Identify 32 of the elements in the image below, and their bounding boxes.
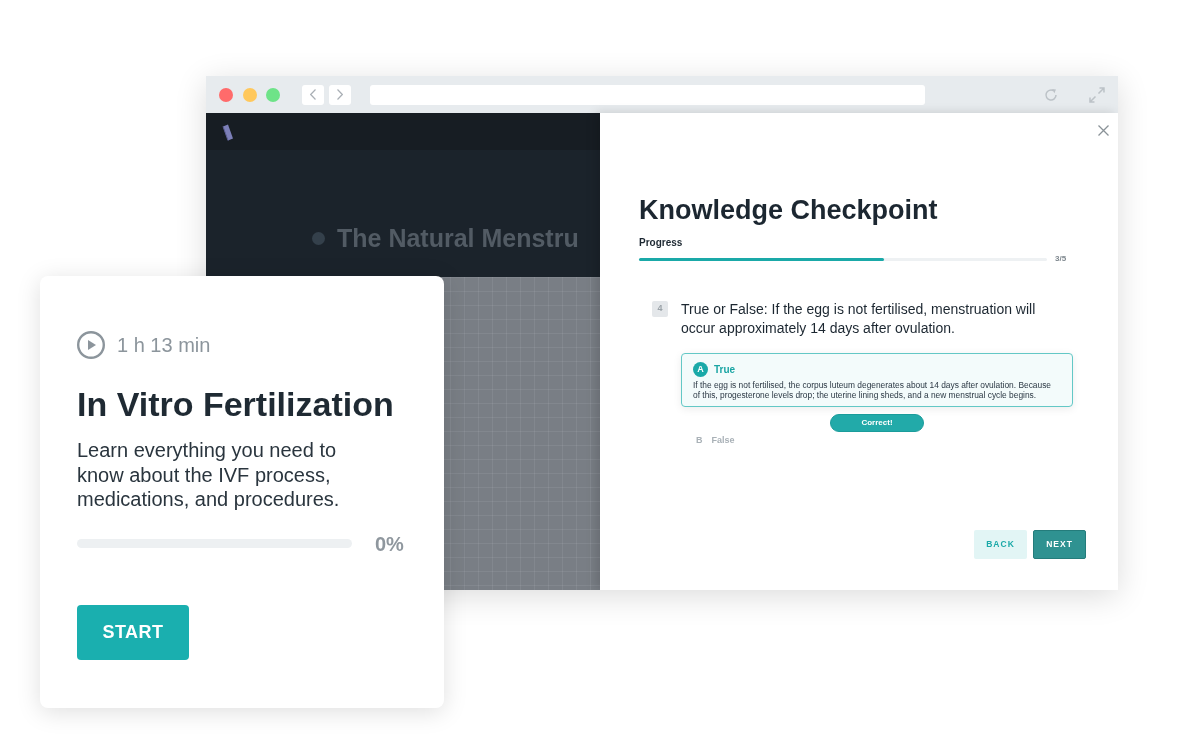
forward-nav-button[interactable] [328, 84, 351, 105]
option-explanation: If the egg is not fertilised, the corpus luteum degenerates about 14 days after ovulation. Because of this, progesterone levels drop; the uterine lining sheds, and a new menstrual cycle begins. [693, 381, 1053, 400]
back-nav-button[interactable] [301, 84, 324, 105]
address-field[interactable] [369, 84, 926, 105]
option-letter: A [693, 362, 708, 377]
course-title: In Vitro Fertilization [77, 384, 394, 424]
question-number: 4 [652, 301, 668, 317]
chevron-right-icon [336, 89, 343, 100]
checkpoint-title: Knowledge Checkpoint [639, 194, 939, 226]
close-icon[interactable] [1098, 125, 1109, 136]
answer-option[interactable]: A True If the egg is not fertilised, the corpus luteum degenerates about 14 days after ovulation. Because of this, progesterone levels drop; the uterine lining sheds, and a new menstrual cycle begins. [681, 353, 1073, 407]
course-progress-percent: 0% [375, 531, 404, 556]
option-label: True [714, 363, 736, 376]
play-circle-icon [77, 331, 105, 359]
question-text: True or False: If the egg is not fertilised, menstruation will occur approximately 14 days after ovulation. [681, 300, 1037, 338]
answer-option[interactable]: B False [681, 434, 735, 446]
expand-icon[interactable] [1089, 86, 1105, 103]
window-zoom-icon[interactable] [265, 87, 280, 102]
lesson-heading: The Natural Menstru [337, 223, 579, 253]
logo-icon [222, 124, 234, 141]
window-minimize-icon[interactable] [243, 87, 257, 102]
course-description: Learn everything you need to know about the IVF process, medications, and procedures. [77, 438, 341, 512]
back-button[interactable]: BACK [974, 530, 1027, 559]
feedback-pill: Correct! [830, 414, 924, 432]
progress-label: Progress [639, 237, 684, 249]
next-button[interactable]: NEXT [1033, 530, 1086, 559]
progress-count: 3/5 [1055, 254, 1067, 264]
start-button[interactable]: START [77, 604, 189, 660]
reload-icon[interactable] [1044, 87, 1059, 102]
window-close-icon[interactable] [219, 87, 233, 102]
chevron-left-icon [309, 89, 316, 100]
course-duration: 1 h 13 min [117, 333, 211, 357]
